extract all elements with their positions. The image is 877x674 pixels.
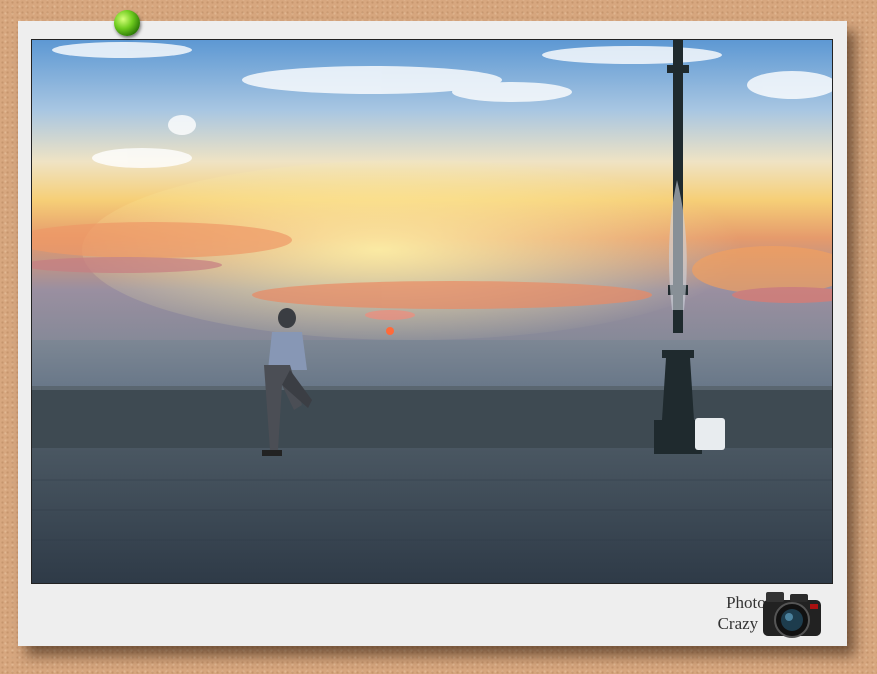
- setting-sun: [386, 327, 394, 335]
- camera-icon: [763, 592, 821, 638]
- sunset-photo: [31, 39, 833, 584]
- plastic-can: [695, 418, 725, 450]
- green-pushpin-icon: [114, 10, 140, 36]
- road: [32, 448, 832, 583]
